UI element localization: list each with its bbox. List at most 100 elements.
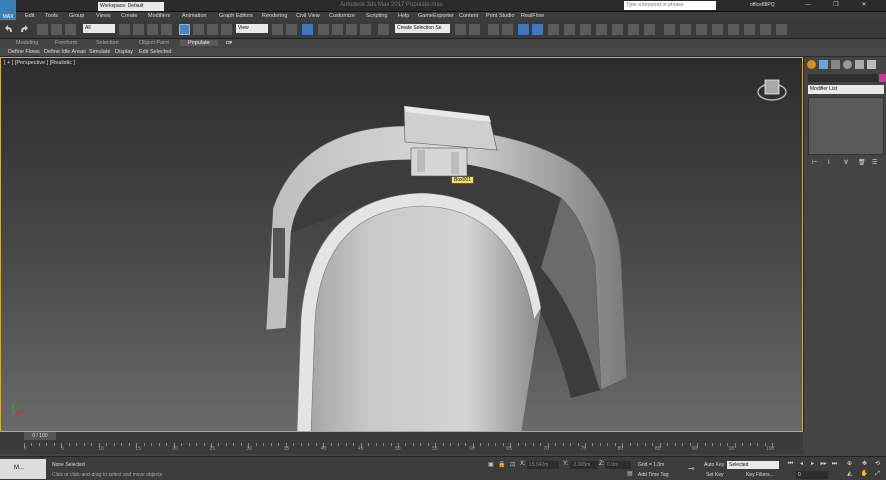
set-key-button[interactable]: Set Key (706, 471, 724, 479)
time-slider[interactable]: 0 / 100 (24, 432, 56, 440)
modifier-stack[interactable] (808, 97, 884, 155)
auto-key-button[interactable]: Auto Key (704, 461, 724, 469)
zoom-icon[interactable]: ⊕ (845, 460, 854, 469)
search-input[interactable]: Type a keyword or phrase (624, 1, 716, 10)
material-editor-icon[interactable] (564, 24, 575, 35)
reference-coordinate-dropdown[interactable]: View (236, 24, 268, 33)
walk-through-icon[interactable]: ✋ (860, 470, 869, 479)
user-account[interactable]: office88PQ (750, 2, 775, 8)
edit-named-selection-icon[interactable] (378, 24, 389, 35)
create-tab-icon[interactable] (807, 60, 816, 69)
menu-scripting[interactable]: Scripting (366, 13, 387, 19)
add-time-tag-button[interactable]: Add Time Tag (638, 471, 668, 479)
select-manipulate-icon[interactable] (286, 24, 297, 35)
app-logo[interactable]: MAX (0, 0, 16, 20)
maximize-viewport-icon[interactable]: ⤢ (873, 470, 882, 479)
extension-tool-7-icon[interactable] (760, 24, 771, 35)
menu-animation[interactable]: Animation (182, 13, 206, 19)
modify-tab-icon[interactable] (819, 60, 828, 69)
next-frame-icon[interactable]: ▸▸ (819, 460, 828, 469)
utilities-tab-icon[interactable] (867, 60, 876, 69)
maxscript-listener[interactable]: M... (0, 459, 46, 479)
tab-freeform[interactable]: Freeform (55, 40, 77, 46)
simulate-button[interactable]: Simulate (89, 49, 110, 55)
rendered-frame-window-icon[interactable] (596, 24, 607, 35)
object-color-swatch[interactable] (879, 74, 886, 82)
menu-create[interactable]: Create (121, 13, 138, 19)
extension-tool-8-icon[interactable] (776, 24, 787, 35)
menu-print-studio[interactable]: Print Studio (486, 13, 514, 19)
align-icon[interactable] (469, 24, 480, 35)
go-to-start-icon[interactable]: ⏮ (786, 460, 795, 469)
named-selection-set-dropdown[interactable]: Create Selection Se (395, 24, 450, 33)
angle-snap-icon[interactable] (332, 24, 343, 35)
pivot-center-icon[interactable] (272, 24, 283, 35)
menu-help[interactable]: Help (398, 13, 409, 19)
toggle-layer-explorer-icon[interactable] (502, 24, 513, 35)
unlink-icon[interactable] (51, 24, 62, 35)
workspace-dropdown[interactable]: Workspace: Default (98, 2, 164, 11)
bind-space-warp-icon[interactable] (65, 24, 76, 35)
menu-content[interactable]: Content (459, 13, 478, 19)
select-by-name-icon[interactable] (133, 24, 144, 35)
menu-realflow[interactable]: RealFlow (521, 13, 544, 19)
select-object-icon[interactable] (119, 24, 130, 35)
render-in-cloud-icon[interactable] (628, 24, 639, 35)
toggle-scene-explorer-icon[interactable] (488, 24, 499, 35)
menu-group[interactable]: Group (69, 13, 84, 19)
define-idle-areas-button[interactable]: Define Idle Areas (44, 49, 86, 55)
menu-graph-editors[interactable]: Graph Editors (219, 13, 253, 19)
viewcube[interactable] (755, 74, 789, 104)
extension-tool-2-icon[interactable] (680, 24, 691, 35)
extension-tool-1-icon[interactable] (664, 24, 675, 35)
menu-customize[interactable]: Customize (329, 13, 355, 19)
hierarchy-tab-icon[interactable] (831, 60, 840, 69)
render-production-icon[interactable] (612, 24, 623, 35)
tab-populate[interactable]: Populate (180, 40, 218, 46)
extension-tool-6-icon[interactable] (744, 24, 755, 35)
window-crossing-icon[interactable] (161, 24, 172, 35)
menu-edit[interactable]: Edit (25, 13, 34, 19)
toggle-ribbon-icon[interactable] (518, 24, 529, 35)
mirror-icon[interactable] (455, 24, 466, 35)
x-coordinate-field[interactable]: 15.642m (527, 461, 559, 469)
previous-frame-icon[interactable]: ◂ (797, 460, 806, 469)
pan-icon[interactable]: ✥ (860, 460, 869, 469)
extension-tool-4-icon[interactable] (712, 24, 723, 35)
tab-object-paint[interactable]: Object Paint (139, 40, 169, 46)
configure-modifier-sets-icon[interactable]: ☰ (872, 159, 877, 166)
object-name-field[interactable] (808, 74, 878, 82)
curve-editor-icon[interactable] (532, 24, 543, 35)
keyboard-shortcut-override-icon[interactable] (302, 24, 313, 35)
go-to-end-icon[interactable]: ⏭ (830, 460, 839, 469)
display-tab-icon[interactable] (855, 60, 864, 69)
orbit-icon[interactable]: ⟲ (873, 460, 882, 469)
key-mode-dropdown[interactable]: Selected (727, 461, 779, 469)
track-bar[interactable]: 0 5 10 15 20 25 30 35 40 45 50 55 60 65 70 75 80 85 90 95 10… (24, 441, 776, 454)
isolate-selection-icon[interactable]: ▣ (488, 461, 494, 468)
edit-selected-button[interactable]: Edit Selected (139, 49, 171, 55)
menu-rendering[interactable]: Rendering (262, 13, 287, 19)
remove-modifier-icon[interactable]: 🗑 (858, 159, 866, 166)
perspective-viewport[interactable]: [ + ] [Perspective ] [Realistic ] Box001 (0, 57, 803, 432)
select-and-move-icon[interactable] (179, 24, 190, 35)
absolute-mode-icon[interactable]: ⊡ (510, 461, 515, 468)
field-of-view-icon[interactable]: ◭ (845, 470, 854, 479)
make-unique-icon[interactable]: ∀ (844, 159, 848, 166)
minimize-button[interactable]: — (794, 1, 822, 10)
play-icon[interactable]: ▸ (808, 460, 817, 469)
select-link-icon[interactable] (37, 24, 48, 35)
z-coordinate-field[interactable]: 0.0m (605, 461, 631, 469)
current-frame-field[interactable]: 0 (796, 471, 828, 479)
percent-snap-icon[interactable] (346, 24, 357, 35)
extension-tool-3-icon[interactable] (696, 24, 707, 35)
tab-selection[interactable]: Selection (96, 40, 119, 46)
snaps-toggle-icon[interactable] (318, 24, 329, 35)
tab-modeling[interactable]: Modeling (16, 40, 38, 46)
selection-filter-dropdown[interactable]: All (83, 24, 115, 33)
show-end-result-icon[interactable]: Ⅰ (828, 159, 830, 166)
display-button[interactable]: Display (115, 49, 133, 55)
select-and-rotate-icon[interactable] (193, 24, 204, 35)
modifier-list-dropdown[interactable]: Modifier List (808, 85, 884, 94)
menu-modifiers[interactable]: Modifiers (148, 13, 170, 19)
